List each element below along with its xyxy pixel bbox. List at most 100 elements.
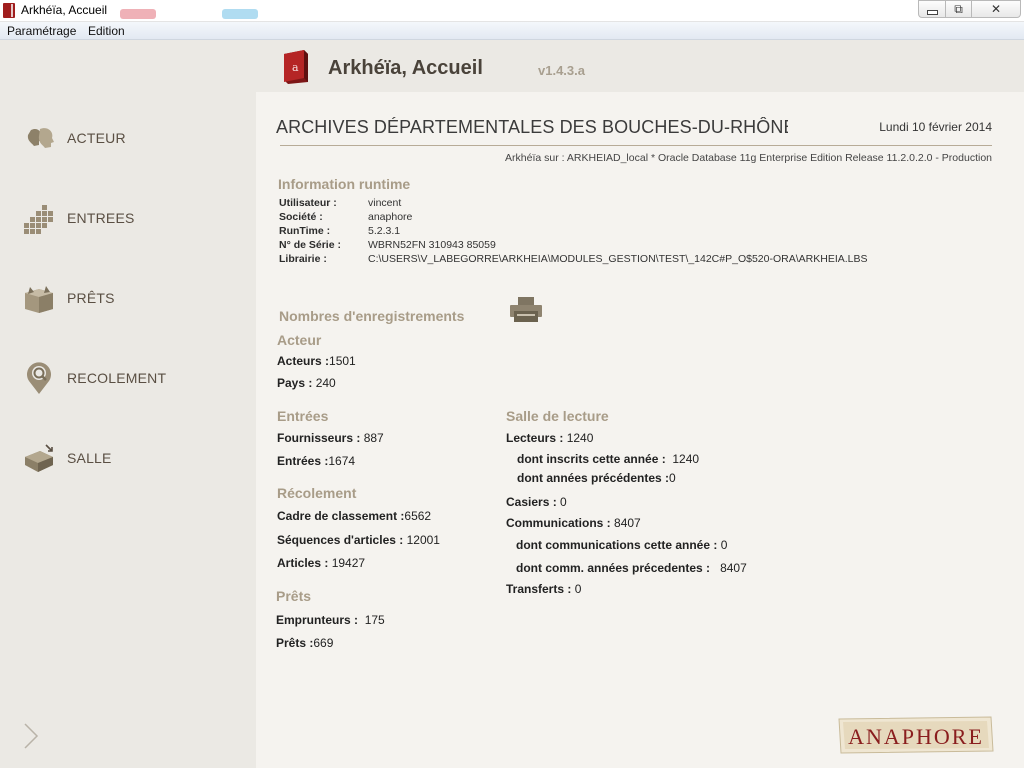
stat-value: 0 xyxy=(720,538,728,552)
stat-value: 8407 xyxy=(614,516,641,530)
stat-value: 0 xyxy=(574,582,582,596)
stat-value: 240 xyxy=(315,376,336,390)
red-book-logo-icon: a xyxy=(284,50,308,84)
runtime-value: vincent xyxy=(368,197,402,209)
stat-casiers: Casiers : 0 xyxy=(506,495,567,509)
sidebar-item-label: ENTREES xyxy=(67,210,135,226)
background-tab-blur xyxy=(120,9,156,19)
stat-label: dont inscrits cette année : xyxy=(517,452,666,466)
app-book-icon xyxy=(3,3,15,18)
stat-acteurs: Acteurs :1501 xyxy=(277,354,356,368)
current-date: Lundi 10 février 2014 xyxy=(879,120,992,134)
sidebar-item-label: ACTEUR xyxy=(67,130,126,146)
sidebar-item-label: RECOLEMENT xyxy=(67,370,167,386)
stat-comm-prec: dont comm. années précedentes : 8407 xyxy=(516,561,747,575)
runtime-key: Société : xyxy=(279,211,323,223)
actor-heads-icon xyxy=(27,128,54,148)
sidebar-item-label: SALLE xyxy=(67,450,112,466)
runtime-key: Utilisateur : xyxy=(279,197,337,209)
menu-parametrage[interactable]: Paramétrage xyxy=(7,24,76,38)
stat-value: 175 xyxy=(364,613,385,627)
menu-bar: Paramétrage Edition xyxy=(0,22,1024,40)
stat-label: dont communications cette année : xyxy=(516,538,718,552)
stat-value: 1674 xyxy=(328,454,356,468)
runtime-key: RunTime : xyxy=(279,225,331,237)
group-title-salle: Salle de lecture xyxy=(506,408,609,424)
stat-label: Communications : xyxy=(506,516,611,530)
background-tab-blur xyxy=(222,9,258,19)
stat-fournisseurs: Fournisseurs : 887 xyxy=(277,431,384,445)
group-title-entrees: Entrées xyxy=(277,408,329,424)
runtime-key: N° de Série : xyxy=(279,239,341,251)
page-title: Arkhéïa, Accueil xyxy=(328,57,483,79)
stat-value: 887 xyxy=(363,431,384,445)
runtime-value: C:\USERS\V_LABEGORRE\ARKHEIA\MODULES_GES… xyxy=(368,253,868,265)
stat-label: Entrées : xyxy=(277,454,329,468)
stat-label: Transferts : xyxy=(506,582,572,596)
runtime-value: 5.2.3.1 xyxy=(368,225,401,237)
sidebar-item-acteur[interactable]: ACTEUR xyxy=(22,121,242,155)
stat-sequences: Séquences d'articles : 12001 xyxy=(277,533,440,547)
stat-value: 1240 xyxy=(672,452,700,466)
stat-label: dont comm. années précedentes : xyxy=(516,561,711,575)
stat-label: Articles : xyxy=(277,556,329,570)
loans-box-icon xyxy=(25,286,53,313)
stat-articles: Articles : 19427 xyxy=(277,556,365,570)
minimize-button[interactable] xyxy=(918,0,946,18)
stat-label: Fournisseurs : xyxy=(277,431,361,445)
stat-value: 19427 xyxy=(331,556,366,570)
chevron-right-icon[interactable] xyxy=(22,722,40,750)
stat-label: Prêts : xyxy=(276,636,314,650)
title-bar: Arkhéïa, Accueil ⧉ ✕ xyxy=(0,0,1024,22)
runtime-value: WBRN52FN 310943 85059 xyxy=(368,239,496,251)
window-title: Arkhéïa, Accueil xyxy=(21,3,108,17)
stat-communications: Communications : 8407 xyxy=(506,516,641,530)
runtime-key: Librairie : xyxy=(279,253,327,265)
group-title-acteur: Acteur xyxy=(277,332,322,348)
runtime-row-company: Société : anaphore xyxy=(279,211,899,225)
anaphore-logo: ANAPHORE xyxy=(838,716,994,754)
stat-prets: Prêts :669 xyxy=(276,636,333,650)
stat-label: Emprunteurs : xyxy=(276,613,359,627)
version-label: v1.4.3.a xyxy=(538,63,585,78)
stat-value: 6562 xyxy=(404,509,432,523)
connection-info: Arkhéïa sur : ARKHEIAD_local * Oracle Da… xyxy=(505,152,992,164)
stat-label: Séquences d'articles : xyxy=(277,533,404,547)
printer-icon[interactable] xyxy=(509,296,543,324)
stat-comm-annee: dont communications cette année : 0 xyxy=(516,538,727,552)
maximize-button[interactable]: ⧉ xyxy=(945,0,972,18)
sidebar-item-salle[interactable]: SALLE xyxy=(22,441,242,475)
stat-label: Casiers : xyxy=(506,495,557,509)
stat-value: 1240 xyxy=(566,431,594,445)
runtime-value: anaphore xyxy=(368,211,413,223)
stat-anciens: dont années précédentes :0 xyxy=(517,471,676,485)
magnifier-pin-icon xyxy=(27,362,51,394)
stat-pays: Pays : 240 xyxy=(277,376,336,390)
group-title-prets: Prêts xyxy=(276,588,312,604)
sidebar-item-recolement[interactable]: RECOLEMENT xyxy=(22,361,242,395)
sidebar-item-label: PRÊTS xyxy=(67,290,115,306)
stat-lecteurs: Lecteurs : 1240 xyxy=(506,431,593,445)
reading-room-box-icon xyxy=(25,444,53,472)
stat-value: 12001 xyxy=(406,533,440,547)
stat-value: 669 xyxy=(313,636,334,650)
runtime-row-runtime: RunTime : 5.2.3.1 xyxy=(279,225,899,239)
stat-value: 0 xyxy=(669,471,676,485)
main-content: ARCHIVES DÉPARTEMENTALES DES BOUCHES-DU-… xyxy=(256,92,1024,768)
runtime-row-user: Utilisateur : vincent xyxy=(279,197,899,211)
svg-text:ANAPHORE: ANAPHORE xyxy=(848,724,984,749)
stat-label: Cadre de classement : xyxy=(277,509,405,523)
page-header: a Arkhéïa, Accueil v1.4.3.a xyxy=(256,40,1024,92)
sidebar-item-entrees[interactable]: ENTREES xyxy=(22,201,242,235)
stat-label: dont années précédentes : xyxy=(517,471,670,485)
menu-edition[interactable]: Edition xyxy=(88,24,125,38)
sidebar-item-prets[interactable]: PRÊTS xyxy=(22,281,242,315)
sidebar: ACTEUR ENTREES PRÊTS RECOLEMENT SALLE xyxy=(0,40,256,768)
stat-label: Pays : xyxy=(277,376,313,390)
stat-label: Acteurs : xyxy=(277,354,330,368)
close-button[interactable]: ✕ xyxy=(971,0,1021,18)
stat-cadre: Cadre de classement :6562 xyxy=(277,509,431,523)
header-divider xyxy=(280,145,992,146)
stat-label: Lecteurs : xyxy=(506,431,564,445)
counts-section-title: Nombres d'enregistrements xyxy=(279,308,465,324)
